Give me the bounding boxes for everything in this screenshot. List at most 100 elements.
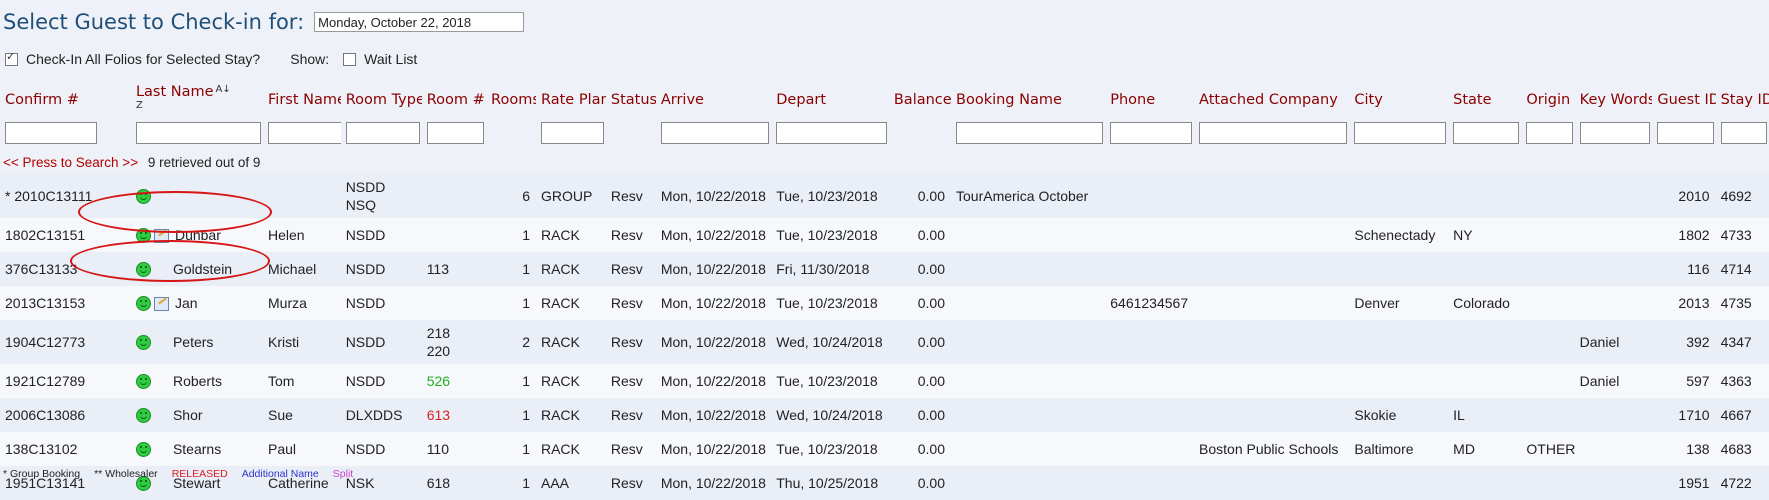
- origin-cell: [1521, 286, 1574, 320]
- table-row[interactable]: 2013C13153 Jan Murza NSDD 1 RACK Resv Mon, 10/2…: [0, 286, 1769, 320]
- col-last-name[interactable]: Last Name A↓ Z: [131, 84, 263, 116]
- filter-booking-name-input[interactable]: [956, 122, 1104, 144]
- depart-cell: Tue, 10/23/2018: [776, 188, 878, 204]
- filter-last-name-input[interactable]: [135, 122, 262, 144]
- filter-rate-plan-input[interactable]: [540, 122, 604, 144]
- room-type-cell: NSDD NSQ: [345, 179, 386, 213]
- col-phone[interactable]: Phone: [1105, 84, 1194, 116]
- smiley-icon[interactable]: [135, 262, 151, 278]
- rate-plan-cell: AAA: [540, 475, 569, 491]
- state-cell: [1448, 174, 1521, 218]
- first-name-cell: Paul: [268, 441, 297, 457]
- col-booking-name[interactable]: Booking Name: [951, 84, 1105, 116]
- city-cell: Baltimore: [1354, 441, 1414, 457]
- table-row[interactable]: 2006C13086 Shor Sue DLXDDS 613 1 RACK Resv Mon, …: [0, 398, 1769, 432]
- checkin-date-input[interactable]: [314, 12, 525, 32]
- origin-cell: [1521, 174, 1574, 218]
- smiley-icon[interactable]: [135, 335, 151, 351]
- guest-id-cell: 138: [1686, 441, 1710, 457]
- arrive-cell: Mon, 10/22/2018: [660, 441, 766, 457]
- room-type-cell: DLXDDS: [345, 407, 403, 423]
- filter-room-number-input[interactable]: [426, 122, 485, 144]
- col-arrive[interactable]: Arrive: [656, 84, 771, 116]
- balance-cell: 0.00: [917, 407, 945, 423]
- rate-plan-cell: RACK: [540, 227, 580, 243]
- first-name-cell: [263, 174, 341, 218]
- filter-company-input[interactable]: [1199, 122, 1348, 144]
- attached-company-cell: Boston Public Schools: [1199, 441, 1339, 457]
- col-city[interactable]: City: [1349, 84, 1448, 116]
- attached-company-cell: [1194, 286, 1349, 320]
- col-room-type[interactable]: Room Type: [341, 84, 422, 116]
- filter-first-name-input[interactable]: [268, 122, 341, 144]
- rooms-cell: 1: [522, 261, 530, 277]
- col-stay-id[interactable]: Stay ID: [1716, 84, 1769, 116]
- table-row[interactable]: 1802C13151 Dunbar Helen NSDD 1 RACK Resv Mon, 1…: [0, 218, 1769, 252]
- filter-guest-id-input[interactable]: [1657, 122, 1714, 144]
- filter-state-input[interactable]: [1453, 122, 1520, 144]
- smiley-icon[interactable]: [135, 189, 151, 205]
- filter-key-words-input[interactable]: [1579, 122, 1651, 144]
- col-first-name[interactable]: First Name: [263, 84, 341, 116]
- legend-split: Split: [332, 468, 354, 480]
- origin-cell: [1521, 320, 1574, 364]
- col-depart[interactable]: Depart: [771, 84, 889, 116]
- filter-room-type-input[interactable]: [345, 122, 420, 144]
- col-attached-company[interactable]: Attached Company: [1194, 84, 1349, 116]
- attached-company-cell: [1194, 174, 1349, 218]
- col-confirm[interactable]: Confirm #: [0, 84, 131, 116]
- smiley-icon[interactable]: [135, 442, 151, 458]
- checkin-all-checkbox[interactable]: [5, 50, 18, 66]
- filter-arrive-input[interactable]: [660, 122, 770, 144]
- last-name-cell: Stearns: [131, 432, 263, 466]
- key-words-cell: Daniel: [1579, 373, 1620, 389]
- rate-plan-cell: GROUP: [540, 188, 593, 204]
- filter-confirm-input[interactable]: [5, 122, 97, 144]
- col-room-number[interactable]: Room #: [422, 84, 486, 116]
- col-last-name-label[interactable]: Last Name: [136, 84, 214, 100]
- table-row[interactable]: 376C13133 Goldstein Michael NSDD 113 1 RACK Res…: [0, 252, 1769, 286]
- balance-cell: 0.00: [917, 295, 945, 311]
- filter-stay-id-input[interactable]: [1720, 122, 1767, 144]
- confirm-cell: 2006C13086: [5, 407, 86, 423]
- table-row[interactable]: 138C13102 Stearns Paul NSDD 110 1 RACK Resv Mon,…: [0, 432, 1769, 466]
- table-row[interactable]: 1921C12789 Roberts Tom NSDD 526 1 RACK Resv Mon,…: [0, 364, 1769, 398]
- smiley-icon[interactable]: [135, 296, 151, 312]
- rate-plan-cell: RACK: [540, 334, 580, 350]
- table-row[interactable]: 1904C12773 Peters Kristi NSDD 218 220 2 RACK Re…: [0, 320, 1769, 364]
- booking-name-cell: [951, 218, 1105, 252]
- booking-name-cell: [951, 364, 1105, 398]
- note-icon[interactable]: [153, 296, 169, 311]
- col-state[interactable]: State: [1448, 84, 1521, 116]
- col-rooms: Rooms: [491, 92, 536, 108]
- smiley-icon[interactable]: [135, 228, 151, 244]
- filter-phone-input[interactable]: [1110, 122, 1193, 144]
- confirm-cell: 376C13133: [5, 261, 78, 277]
- title-bar: Select Guest to Check-in for:: [3, 10, 525, 34]
- last-name-cell: Shor: [131, 398, 263, 432]
- filter-origin-input[interactable]: [1526, 122, 1573, 144]
- attached-company-cell: [1194, 320, 1349, 364]
- table-row[interactable]: * 2010C13111 NSDD NSQ 6 GROUP Resv Mon, 10/22…: [0, 174, 1769, 218]
- press-to-search-link[interactable]: << Press to Search >>: [3, 155, 138, 170]
- col-guest-id[interactable]: Guest ID: [1652, 84, 1715, 116]
- room-type-cell: NSDD: [345, 334, 386, 350]
- city-cell: [1349, 320, 1448, 364]
- phone-cell: [1105, 466, 1194, 500]
- col-key-words[interactable]: Key Words: [1575, 84, 1653, 116]
- col-origin[interactable]: Origin: [1521, 84, 1574, 116]
- city-cell: [1349, 364, 1448, 398]
- rooms-cell: 1: [522, 407, 530, 423]
- smiley-icon[interactable]: [135, 374, 151, 390]
- smiley-icon[interactable]: [135, 408, 151, 424]
- guest-id-cell: 1710: [1678, 407, 1710, 423]
- attached-company-cell: [1194, 398, 1349, 432]
- note-icon[interactable]: [153, 228, 169, 243]
- room-type-cell: NSDD: [345, 373, 386, 389]
- filter-city-input[interactable]: [1354, 122, 1447, 144]
- guest-id-cell: 392: [1686, 334, 1710, 350]
- city-cell: Denver: [1354, 295, 1400, 311]
- wait-list-checkbox[interactable]: [343, 52, 357, 66]
- filter-depart-input[interactable]: [776, 122, 887, 144]
- col-rate-plan[interactable]: Rate Plan: [536, 84, 606, 116]
